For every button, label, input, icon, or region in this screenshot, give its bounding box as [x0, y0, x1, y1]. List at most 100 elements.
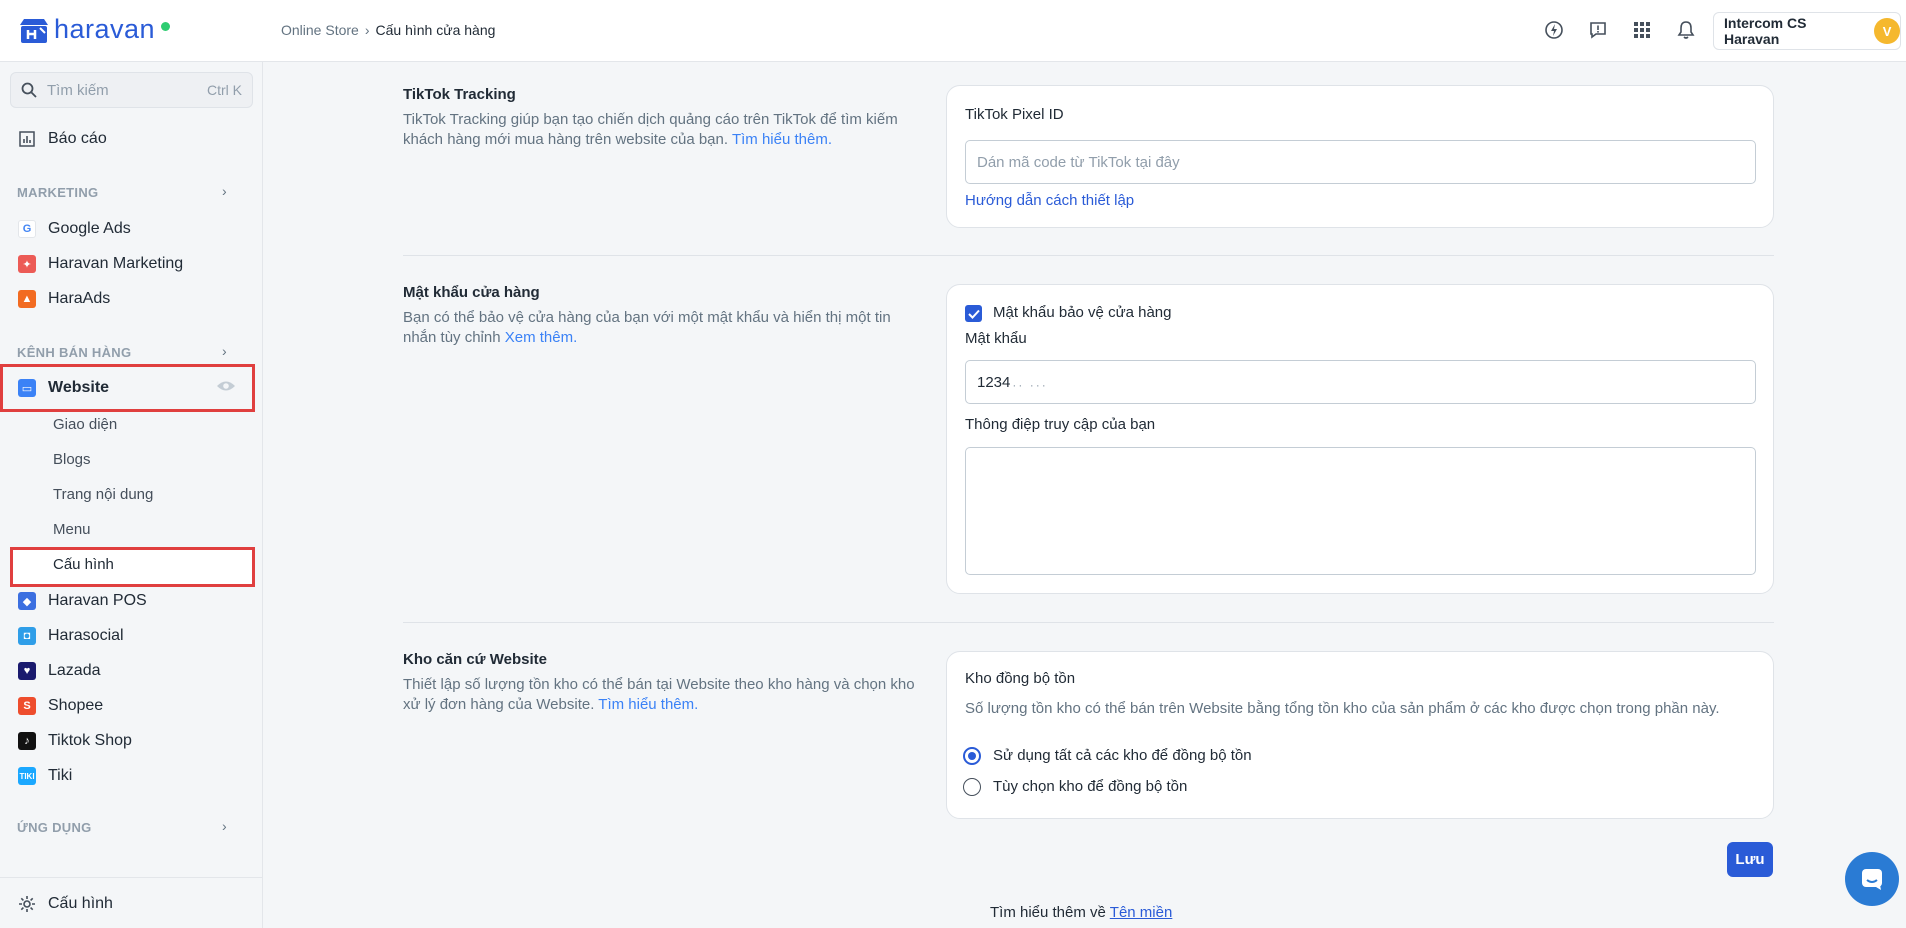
sidebar-item-haravan-pos[interactable]: ◆ Haravan POS [18, 586, 147, 616]
haravan-logo-icon [20, 18, 48, 43]
radio-all-warehouses[interactable] [963, 747, 981, 765]
password-mask: ·· ··· [1012, 378, 1048, 392]
chevron-right-icon[interactable]: › [222, 183, 227, 199]
search-placeholder: Tìm kiếm [47, 81, 109, 99]
sync-warehouse-title: Kho đồng bộ tồn [965, 670, 1076, 687]
sidebar-item-google-ads[interactable]: G Google Ads [18, 214, 131, 244]
tiktok-card: TikTok Pixel ID Dán mã code từ TikTok tạ… [946, 85, 1774, 228]
bell-icon[interactable] [1675, 19, 1697, 41]
breadcrumb-chevron-icon: › [364, 22, 370, 38]
tiktok-section-desc: TikTok Tracking giúp bạn tạo chiến dịch … [403, 110, 923, 150]
sidebar-item-settings[interactable]: Cấu hình [18, 889, 113, 919]
warehouse-section-desc: Thiết lập số lượng tồn kho có thể bán tạ… [403, 675, 923, 715]
section-sales-channels: KÊNH BÁN HÀNG [17, 345, 132, 360]
chevron-right-icon[interactable]: › [222, 818, 227, 834]
sidebar-subitem-menu[interactable]: Menu [53, 518, 91, 542]
sidebar-item-tiki[interactable]: TIKI Tiki [18, 761, 72, 791]
breadcrumb-online-store[interactable]: Online Store [281, 22, 359, 38]
gear-icon [18, 895, 36, 913]
sidebar-item-label: Haravan Marketing [48, 255, 184, 272]
chart-icon [18, 130, 36, 148]
sidebar-item-report[interactable]: Báo cáo [18, 124, 107, 154]
haravan-logo[interactable]: haravan [18, 14, 171, 45]
google-icon: G [18, 220, 36, 238]
password-input[interactable]: 1234 ·· ··· [965, 360, 1756, 404]
search-shortcut: Ctrl K [207, 82, 242, 98]
tiktok-learn-more-link[interactable]: Tìm hiểu thêm. [732, 131, 832, 148]
top-bar: haravan Online Store › Cấu hình cửa hàng… [0, 0, 1906, 62]
sidebar: Tìm kiếm Ctrl K Báo cáo MARKETING › G Go… [0, 62, 263, 928]
tiktok-setup-guide-link[interactable]: Hướng dẫn cách thiết lập [965, 192, 1134, 209]
warehouse-card: Kho đồng bộ tồn Số lượng tồn kho có thể … [946, 651, 1774, 819]
access-message-textarea[interactable] [965, 447, 1756, 575]
section-apps: ỨNG DỤNG [17, 820, 92, 835]
sidebar-item-label: Website [48, 379, 110, 396]
sidebar-item-label: Shopee [48, 697, 104, 714]
warehouse-learn-more-link[interactable]: Tìm hiểu thêm. [598, 696, 698, 713]
sidebar-item-label: Lazada [48, 662, 101, 679]
save-button[interactable]: Lưu [1727, 842, 1773, 877]
tiktok-pixel-input[interactable]: Dán mã code từ TikTok tại đây [965, 140, 1756, 184]
chat-support-button[interactable] [1845, 852, 1899, 906]
tiki-icon: TIKI [18, 767, 36, 785]
sidebar-item-label: Google Ads [48, 220, 131, 237]
warehouse-section-title: Kho căn cứ Website [403, 651, 547, 668]
password-desc-text: Bạn có thể bảo vệ cửa hàng của bạn với m… [403, 309, 891, 346]
pos-icon: ◆ [18, 592, 36, 610]
sidebar-item-haravan-marketing[interactable]: ✦ Haravan Marketing [18, 249, 183, 279]
lightning-clock-icon[interactable] [1543, 19, 1565, 41]
sidebar-item-website[interactable]: ▭ Website [18, 373, 109, 403]
sidebar-item-label: HaraAds [48, 290, 111, 307]
password-card: Mật khẩu bảo vệ cửa hàng Mật khẩu 1234 ·… [946, 284, 1774, 594]
radio-custom-warehouses[interactable] [963, 778, 981, 796]
domain-link[interactable]: Tên miền [1110, 904, 1173, 921]
haraads-icon: ▲ [18, 290, 36, 308]
highlight-box-settings [10, 547, 255, 587]
sidebar-item-label: Harasocial [48, 627, 124, 644]
password-section-desc: Bạn có thể bảo vệ cửa hàng của bạn với m… [403, 308, 923, 348]
sidebar-item-tiktok-shop[interactable]: ♪ Tiktok Shop [18, 726, 132, 756]
harasocial-icon: ◘ [18, 627, 36, 645]
chat-icon [1862, 869, 1882, 890]
sidebar-subitem-blogs[interactable]: Blogs [53, 448, 91, 472]
feedback-icon[interactable] [1587, 19, 1609, 41]
sidebar-item-lazada[interactable]: ♥ Lazada [18, 656, 101, 686]
sidebar-subitem-pages[interactable]: Trang nội dung [53, 483, 153, 507]
password-label: Mật khẩu [965, 330, 1027, 347]
sidebar-subitem-theme[interactable]: Giao diện [53, 413, 117, 437]
tiktok-pixel-label: TikTok Pixel ID [965, 106, 1064, 123]
account-menu[interactable]: Intercom CS Haravan V [1713, 12, 1901, 50]
sidebar-item-harasocial[interactable]: ◘ Harasocial [18, 621, 124, 651]
chevron-right-icon[interactable]: › [222, 343, 227, 359]
sidebar-item-shopee[interactable]: S Shopee [18, 691, 103, 721]
online-status-dot [161, 22, 171, 31]
sidebar-footer: Cấu hình [0, 877, 263, 928]
sidebar-item-label: Tiki [48, 767, 73, 784]
tiktok-icon: ♪ [18, 732, 36, 750]
access-message-label: Thông điệp truy cập của bạn [965, 416, 1156, 433]
password-section-title: Mật khẩu cửa hàng [403, 284, 540, 301]
website-icon: ▭ [18, 379, 36, 397]
section-divider [403, 622, 1774, 623]
password-see-more-link[interactable]: Xem thêm. [505, 329, 578, 346]
tiktok-pixel-placeholder: Dán mã code từ TikTok tại đây [977, 153, 1180, 171]
sidebar-subitem-settings[interactable]: Cấu hình [53, 553, 114, 577]
sync-warehouse-desc: Số lượng tồn kho có thể bán trên Website… [965, 700, 1720, 717]
radio-all-warehouses-label: Sử dụng tất cả các kho để đồng bộ tồn [993, 747, 1252, 764]
shopee-icon: S [18, 697, 36, 715]
protect-store-checkbox[interactable] [965, 305, 982, 322]
sidebar-item-haraads[interactable]: ▲ HaraAds [18, 284, 110, 314]
eye-icon[interactable] [216, 379, 236, 398]
radio-custom-warehouses-label: Tùy chọn kho để đồng bộ tồn [993, 778, 1188, 795]
main-content: TikTok Tracking TikTok Tracking giúp bạn… [264, 62, 1906, 928]
sidebar-item-label: Báo cáo [48, 130, 107, 147]
apps-grid-icon[interactable] [1631, 19, 1653, 41]
search-input[interactable]: Tìm kiếm Ctrl K [10, 72, 253, 108]
section-divider [403, 255, 1774, 256]
logo-text: haravan [54, 14, 156, 44]
breadcrumb: Online Store › Cấu hình cửa hàng [281, 22, 495, 38]
section-marketing: MARKETING [17, 185, 99, 200]
checkmark-icon [967, 309, 980, 319]
haravan-marketing-icon: ✦ [18, 255, 36, 273]
sidebar-item-label: Haravan POS [48, 592, 147, 609]
